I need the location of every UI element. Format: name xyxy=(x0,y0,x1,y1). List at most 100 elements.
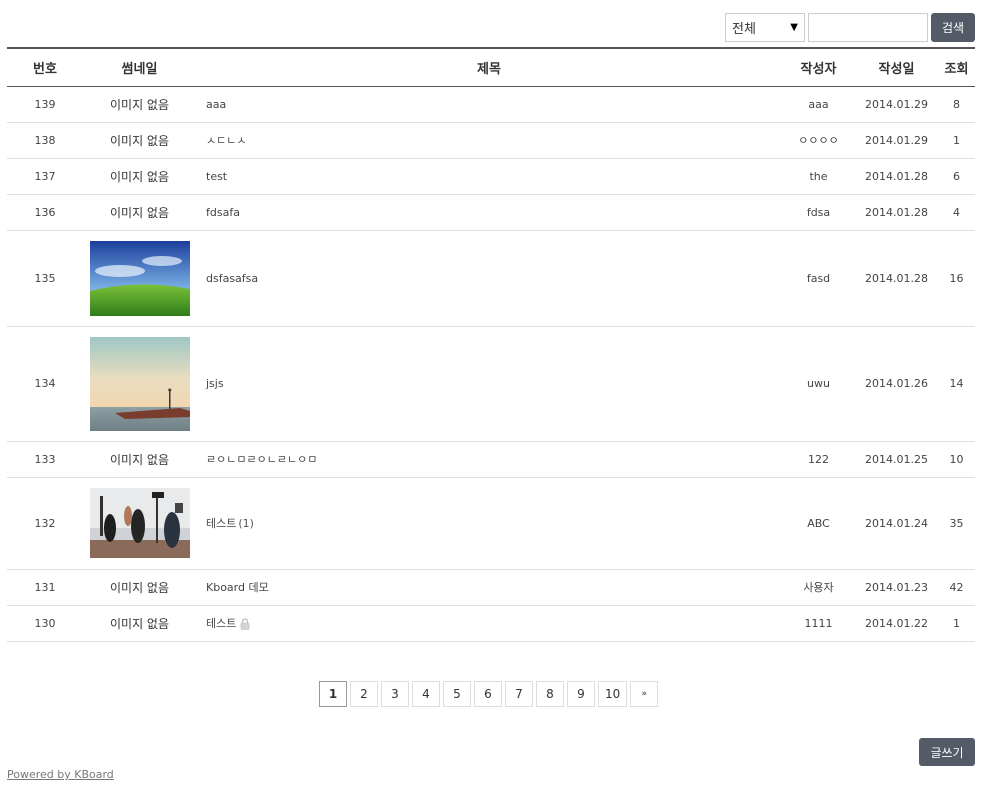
row-author: 사용자 xyxy=(782,569,855,606)
post-title-link[interactable]: jsjs xyxy=(206,377,224,390)
table-row[interactable]: 131 이미지 없음 Kboard 데모 사용자 2014.01.23 42 xyxy=(7,569,975,606)
table-row[interactable]: 135 dsfasafsa fasd 2014.01.28 16 xyxy=(7,230,975,327)
post-title-link[interactable]: ㄹㅇㄴㅁㄹㅇㄴㄹㄴㅇㅁ xyxy=(206,453,317,466)
thumbnail-image[interactable] xyxy=(89,336,190,431)
table-row[interactable]: 130 이미지 없음 테스트 1111 2014.01.22 1 xyxy=(7,605,975,642)
row-author: aaa xyxy=(782,85,855,123)
header-title: 제목 xyxy=(196,47,782,87)
row-author: ㅇㅇㅇㅇ xyxy=(782,122,855,159)
page-button-3[interactable]: 3 xyxy=(381,681,409,707)
row-thumbnail: 이미지 없음 xyxy=(83,122,196,159)
post-title-link[interactable]: aaa xyxy=(206,98,226,111)
row-date: 2014.01.26 xyxy=(855,326,938,442)
write-button[interactable]: 글쓰기 xyxy=(919,738,975,766)
row-author: 122 xyxy=(782,441,855,478)
page-button-6[interactable]: 6 xyxy=(474,681,502,707)
row-thumbnail[interactable] xyxy=(83,477,196,570)
row-number: 130 xyxy=(7,605,83,642)
table-row[interactable]: 133 이미지 없음 ㄹㅇㄴㅁㄹㅇㄴㄹㄴㅇㅁ 122 2014.01.25 10 xyxy=(7,441,975,478)
row-thumbnail: 이미지 없음 xyxy=(83,194,196,231)
table-row[interactable]: 134 jsjs uwu 2014.01.26 14 xyxy=(7,326,975,442)
row-thumbnail: 이미지 없음 xyxy=(83,85,196,123)
table-row[interactable]: 137 이미지 없음 test the 2014.01.28 6 xyxy=(7,158,975,195)
row-number: 136 xyxy=(7,194,83,231)
post-title-link[interactable]: 테스트 xyxy=(206,517,236,530)
search-button[interactable]: 검색 xyxy=(931,13,975,42)
next-page-button[interactable]: » xyxy=(630,681,659,707)
row-date: 2014.01.24 xyxy=(855,477,938,570)
row-date: 2014.01.28 xyxy=(855,158,938,195)
row-thumbnail: 이미지 없음 xyxy=(83,605,196,642)
row-author: ABC xyxy=(782,477,855,570)
row-title[interactable]: ㅅㄷㄴㅅ xyxy=(196,122,782,159)
no-image-label: 이미지 없음 xyxy=(109,580,169,595)
row-thumbnail: 이미지 없음 xyxy=(83,158,196,195)
post-title-link[interactable]: 테스트 xyxy=(206,617,236,630)
row-views: 16 xyxy=(938,230,975,327)
page-button-10[interactable]: 10 xyxy=(598,681,628,707)
page-button-8[interactable]: 8 xyxy=(536,681,564,707)
row-author: uwu xyxy=(782,326,855,442)
no-image-label: 이미지 없음 xyxy=(109,133,169,148)
row-title[interactable]: Kboard 데모 xyxy=(196,569,782,606)
row-number: 137 xyxy=(7,158,83,195)
row-views: 6 xyxy=(938,158,975,195)
row-views: 1 xyxy=(938,122,975,159)
post-title-link[interactable]: test xyxy=(206,170,227,183)
row-views: 10 xyxy=(938,441,975,478)
page-button-9[interactable]: 9 xyxy=(567,681,595,707)
powered-by-link[interactable]: Powered by KBoard xyxy=(7,768,114,781)
row-views: 8 xyxy=(938,85,975,123)
search-bar: 전체 ▼ 검색 xyxy=(725,13,975,42)
thumbnail-image[interactable] xyxy=(89,488,190,558)
row-views: 14 xyxy=(938,326,975,442)
page-button-4[interactable]: 4 xyxy=(412,681,440,707)
no-image-label: 이미지 없음 xyxy=(109,205,169,220)
row-date: 2014.01.23 xyxy=(855,569,938,606)
row-thumbnail[interactable] xyxy=(83,230,196,327)
post-title-link[interactable]: Kboard 데모 xyxy=(206,581,269,594)
table-row[interactable]: 139 이미지 없음 aaa aaa 2014.01.29 8 xyxy=(7,85,975,123)
no-image-label: 이미지 없음 xyxy=(109,452,169,467)
page-button-2[interactable]: 2 xyxy=(350,681,378,707)
row-author: 1111 xyxy=(782,605,855,642)
row-date: 2014.01.29 xyxy=(855,122,938,159)
table-row[interactable]: 136 이미지 없음 fdsafa fdsa 2014.01.28 4 xyxy=(7,194,975,231)
row-number: 134 xyxy=(7,326,83,442)
row-author: fdsa xyxy=(782,194,855,231)
row-title[interactable]: jsjs xyxy=(196,326,782,442)
header-author: 작성자 xyxy=(782,47,855,87)
row-date: 2014.01.25 xyxy=(855,441,938,478)
post-title-link[interactable]: dsfasafsa xyxy=(206,272,258,285)
row-views: 1 xyxy=(938,605,975,642)
page-button-7[interactable]: 7 xyxy=(505,681,533,707)
row-title[interactable]: ㄹㅇㄴㅁㄹㅇㄴㄹㄴㅇㅁ xyxy=(196,441,782,478)
post-title-link[interactable]: ㅅㄷㄴㅅ xyxy=(206,134,246,147)
row-number: 138 xyxy=(7,122,83,159)
search-category-select[interactable]: 전체 ▼ xyxy=(725,13,805,42)
row-title[interactable]: 테스트 xyxy=(196,605,782,642)
post-title-link[interactable]: fdsafa xyxy=(206,206,240,219)
header-views: 조회 xyxy=(938,47,975,87)
row-title[interactable]: dsfasafsa xyxy=(196,230,782,327)
row-views: 35 xyxy=(938,477,975,570)
row-views: 4 xyxy=(938,194,975,231)
page-button-5[interactable]: 5 xyxy=(443,681,471,707)
row-title[interactable]: aaa xyxy=(196,85,782,123)
table-row[interactable]: 132 테스트 (1) ABC 2014.01.24 35 xyxy=(7,477,975,570)
row-number: 132 xyxy=(7,477,83,570)
chevron-down-icon: ▼ xyxy=(790,22,798,33)
row-title[interactable]: 테스트 (1) xyxy=(196,477,782,570)
thumbnail-image[interactable] xyxy=(89,240,190,316)
no-image-label: 이미지 없음 xyxy=(109,616,169,631)
page-button-1[interactable]: 1 xyxy=(319,681,347,707)
search-input[interactable] xyxy=(808,13,928,42)
row-date: 2014.01.22 xyxy=(855,605,938,642)
row-title[interactable]: test xyxy=(196,158,782,195)
row-title[interactable]: fdsafa xyxy=(196,194,782,231)
comment-count: (1) xyxy=(238,517,254,530)
table-row[interactable]: 138 이미지 없음 ㅅㄷㄴㅅ ㅇㅇㅇㅇ 2014.01.29 1 xyxy=(7,122,975,159)
board-table: 번호 썸네일 제목 작성자 작성일 조회 139 이미지 없음 aaa aaa … xyxy=(7,47,975,642)
no-image-label: 이미지 없음 xyxy=(109,169,169,184)
row-thumbnail[interactable] xyxy=(83,326,196,442)
